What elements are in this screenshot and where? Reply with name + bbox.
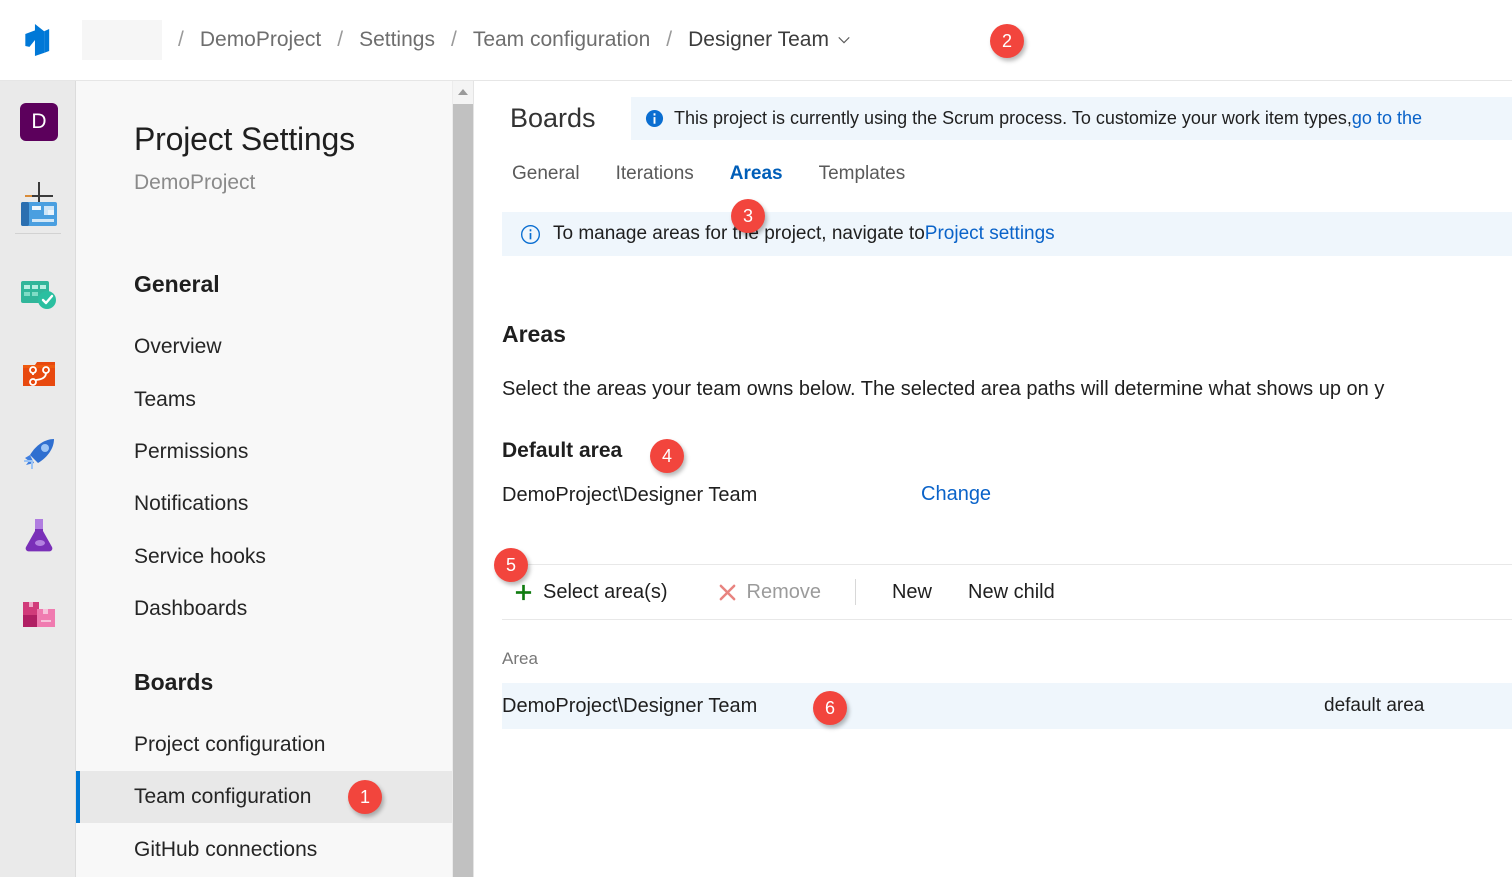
breadcrumb-item-team-configuration[interactable]: Team configuration: [473, 28, 650, 52]
callout-badge-2: 2: [990, 24, 1024, 58]
select-areas-label: Select area(s): [543, 580, 668, 603]
callout-badge-6: 6: [813, 691, 847, 725]
activity-rail: D: [0, 81, 76, 877]
breadcrumb-separator-3: /: [666, 28, 673, 51]
close-x-icon: [718, 583, 737, 602]
scroll-up-arrow-icon[interactable]: [453, 81, 473, 103]
process-info-banner-text: This project is currently using the Scru…: [674, 108, 1352, 128]
new-button[interactable]: New: [874, 565, 950, 619]
avatar[interactable]: D: [20, 103, 58, 141]
tab-iterations[interactable]: Iterations: [598, 163, 712, 185]
sidebar-item-label: Team configuration: [134, 785, 312, 808]
callout-badge-5: 5: [494, 548, 528, 582]
areas-toolbar: Select area(s) Remove New New child: [502, 564, 1512, 620]
breadcrumb-item-designer-team[interactable]: Designer Team: [688, 28, 851, 52]
overview-icon[interactable]: [18, 193, 60, 235]
project-settings-sidebar: Project Settings DemoProject General Ove…: [76, 81, 453, 877]
sidebar-item-service-hooks[interactable]: Service hooks: [76, 531, 453, 583]
app-root: / DemoProject / Settings / Team configur…: [0, 0, 1512, 877]
sidebar-group-general: General: [134, 271, 220, 297]
pipelines-icon[interactable]: [18, 433, 60, 475]
new-child-label: New child: [968, 580, 1055, 603]
breadcrumb-item-demoproject[interactable]: DemoProject: [200, 28, 321, 52]
callout-badge-1: 1: [348, 780, 382, 814]
areas-heading: Areas: [502, 321, 566, 347]
change-default-area-link[interactable]: Change: [921, 483, 991, 506]
boards-icon[interactable]: [18, 273, 60, 315]
main-section-title: Boards: [510, 103, 596, 133]
sidebar-item-label: Teams: [134, 388, 196, 411]
new-child-button[interactable]: New child: [950, 565, 1073, 619]
sidebar-item-label: Overview: [134, 335, 222, 358]
sidebar-group-boards: Boards: [134, 669, 214, 695]
sidebar-item-label: GitHub connections: [134, 838, 318, 861]
remove-label: Remove: [746, 580, 821, 603]
sidebar-scrollbar[interactable]: [452, 81, 473, 877]
sidebar-scrollbar-thumb[interactable]: [453, 104, 473, 877]
boards-tabs: General Iterations Areas Templates: [502, 163, 923, 185]
main-content: Boards This project is currently using t…: [474, 81, 1512, 877]
sidebar-item-label: Service hooks: [134, 545, 266, 568]
sidebar-item-notifications[interactable]: Notifications: [76, 478, 453, 530]
page-subtitle: DemoProject: [134, 171, 256, 194]
info-outline-icon: [520, 224, 541, 245]
chevron-down-icon: [838, 36, 850, 44]
azure-devops-logo-icon[interactable]: [18, 18, 62, 62]
organization-name-placeholder[interactable]: [82, 20, 162, 60]
sidebar-item-overview[interactable]: Overview: [76, 321, 453, 373]
sidebar-item-github-connections[interactable]: GitHub connections: [76, 824, 453, 876]
sidebar-item-label: Project configuration: [134, 733, 326, 756]
table-row[interactable]: DemoProject\Designer Team default area: [502, 683, 1512, 729]
table-cell-status: default area: [1324, 695, 1425, 716]
info-filled-icon: [645, 109, 664, 128]
tab-templates[interactable]: Templates: [801, 163, 924, 185]
breadcrumb-separator-0: /: [178, 28, 184, 51]
callout-badge-4: 4: [650, 439, 684, 473]
sidebar-item-dashboards[interactable]: Dashboards: [76, 583, 453, 635]
default-area-value: DemoProject\Designer Team: [502, 484, 758, 506]
process-info-banner-link[interactable]: go to the: [1352, 108, 1422, 129]
areas-description: Select the areas your team owns below. T…: [502, 378, 1385, 400]
breadcrumb-separator-2: /: [450, 28, 457, 51]
sidebar-item-project-configuration[interactable]: Project configuration: [76, 719, 453, 771]
breadcrumb-team-label: Designer Team: [688, 28, 829, 51]
plus-icon: [514, 583, 533, 602]
sidebar-item-team-configuration[interactable]: Team configuration: [76, 771, 453, 823]
remove-button[interactable]: Remove: [684, 565, 837, 619]
sidebar-item-teams[interactable]: Teams: [76, 374, 453, 426]
breadcrumb-separator-1: /: [337, 28, 344, 51]
default-area-heading: Default area: [502, 439, 623, 462]
project-settings-link[interactable]: Project settings: [925, 223, 1055, 245]
manage-areas-info-banner: To manage areas for the project, navigat…: [502, 212, 1512, 256]
toolbar-divider: [854, 579, 856, 605]
repos-icon[interactable]: [18, 353, 60, 395]
callout-badge-3: 3: [731, 199, 765, 233]
column-header-area: Area: [502, 649, 538, 668]
select-areas-button[interactable]: Select area(s): [502, 565, 684, 619]
table-cell-area: DemoProject\Designer Team: [502, 694, 758, 717]
top-bar: / DemoProject / Settings / Team configur…: [0, 0, 1512, 81]
artifacts-icon[interactable]: [18, 593, 60, 635]
test-plans-icon[interactable]: [18, 513, 60, 555]
process-info-banner: This project is currently using the Scru…: [631, 97, 1512, 140]
breadcrumb-item-settings[interactable]: Settings: [359, 28, 435, 52]
sidebar-item-label: Permissions: [134, 440, 249, 463]
breadcrumb: / DemoProject / Settings / Team configur…: [162, 28, 851, 52]
sidebar-item-label: Notifications: [134, 492, 249, 515]
page-title: Project Settings: [134, 121, 355, 157]
new-label: New: [891, 580, 932, 603]
sidebar-item-permissions[interactable]: Permissions: [76, 426, 453, 478]
sidebar-item-label: Dashboards: [134, 597, 248, 620]
tab-general[interactable]: General: [502, 163, 598, 185]
tab-areas[interactable]: Areas: [712, 163, 801, 185]
